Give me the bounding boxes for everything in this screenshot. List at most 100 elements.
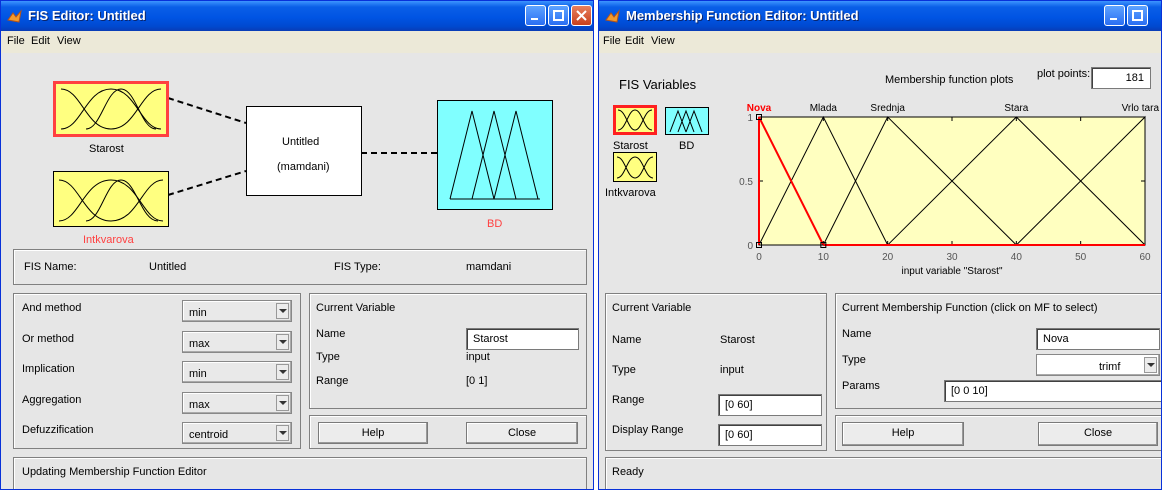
x-axis-label: input variable "Starost" [901, 266, 1002, 277]
or-method-label: Or method [22, 333, 74, 345]
help-button[interactable]: Help [842, 422, 964, 446]
fis-info-panel: FIS Name: Untitled FIS Type: mamdani [13, 249, 587, 285]
mf-icon [58, 179, 164, 222]
y-tick-label: 1 [747, 113, 753, 124]
chevron-down-icon[interactable] [276, 425, 289, 441]
mf-label-nova: Nova [747, 103, 772, 114]
and-method-label: And method [22, 302, 82, 314]
fis-name-value: Untitled [149, 261, 187, 273]
mf-label-vrlo-tara: Vrlo tara [1122, 103, 1160, 114]
and-method-select[interactable]: min [182, 300, 292, 322]
output-block-bd[interactable] [437, 100, 553, 210]
status-text: Updating Membership Function Editor [22, 466, 207, 478]
x-tick-label: 50 [1075, 252, 1087, 263]
range-field[interactable]: [0 60] [718, 394, 822, 416]
plot-points-field[interactable]: 181 [1091, 67, 1151, 89]
close-button[interactable]: Close [1038, 422, 1158, 446]
current-mf-panel: Current Membership Function (click on MF… [835, 293, 1161, 409]
aggregation-select[interactable]: max [182, 392, 292, 414]
input-block-intkvarova[interactable] [53, 171, 169, 227]
select-value: min [189, 368, 207, 380]
plot-title: Membership function plots [885, 74, 1014, 86]
chevron-down-icon[interactable] [276, 303, 289, 319]
status-bar: Ready [605, 457, 1161, 489]
display-range-field[interactable]: [0 60] [718, 424, 822, 446]
methods-panel: And method min Or method max Implication… [13, 293, 301, 449]
close-icon [576, 10, 587, 21]
aggregation-label: Aggregation [22, 394, 82, 406]
minimize-icon [531, 18, 538, 20]
menu-view[interactable]: View [57, 35, 81, 47]
chevron-down-icon[interactable] [276, 395, 289, 411]
input1-label: Starost [89, 143, 124, 155]
type-label: Type [612, 364, 636, 376]
help-button[interactable]: Help [318, 422, 428, 444]
mf-name-label: Name [842, 328, 872, 340]
variable-name-field[interactable]: Starost [466, 328, 579, 350]
params-label: Params [842, 380, 880, 392]
name-label: Name [316, 328, 346, 340]
system-block[interactable]: Untitled (mamdani) [246, 106, 362, 196]
input2-label: Intkvarova [83, 234, 134, 246]
defuzzification-select[interactable]: centroid [182, 422, 292, 444]
fis-type-value: mamdani [466, 261, 512, 273]
maximize-button[interactable] [1127, 5, 1148, 26]
chevron-down-icon[interactable] [276, 364, 289, 380]
name-label: Name [612, 334, 642, 346]
y-tick-label: 0 [747, 241, 753, 252]
select-value: min [189, 307, 207, 319]
input-block-starost[interactable] [53, 81, 169, 137]
display-range-label: Display Range [612, 424, 684, 436]
mf-label-srednja: Srednja [870, 103, 905, 114]
menu-edit[interactable]: Edit [625, 35, 644, 47]
chevron-down-icon[interactable] [1144, 357, 1157, 373]
mf-type-select[interactable]: trimf [1036, 354, 1160, 376]
maximize-icon [553, 10, 564, 21]
output-mf-icon [449, 110, 540, 200]
menu-view[interactable]: View [651, 35, 675, 47]
select-value: max [189, 399, 210, 411]
y-tick-label: 0.5 [739, 177, 753, 188]
membership-function-plot[interactable]: 0 10 20 30 40 50 60 0 0.5 1 input variable "Staros… [599, 91, 1162, 291]
current-variable-heading: Current Variable [316, 302, 396, 314]
x-tick-label: 60 [1139, 252, 1151, 263]
implication-label: Implication [22, 363, 75, 375]
x-tick-label: 30 [946, 252, 958, 263]
select-value: centroid [189, 429, 229, 441]
menu-file[interactable]: File [7, 35, 25, 47]
current-variable-panel: Current Variable Name Starost Type input… [309, 293, 587, 409]
maximize-button[interactable] [548, 5, 569, 26]
minimize-button[interactable] [525, 5, 546, 26]
chevron-down-icon[interactable] [276, 334, 289, 350]
type-value: input [466, 351, 490, 363]
select-value: max [189, 338, 210, 350]
x-tick-label: 0 [756, 252, 762, 263]
window-title: FIS Editor: Untitled [28, 8, 146, 23]
x-tick-label: 20 [882, 252, 894, 263]
fis-editor-titlebar[interactable]: FIS Editor: Untitled [1, 1, 593, 31]
x-tick-label: 40 [1011, 252, 1023, 263]
current-mf-heading: Current Membership Function (click on MF… [842, 302, 1098, 314]
range-label: Range [316, 375, 349, 387]
or-method-select[interactable]: max [182, 331, 292, 353]
close-button[interactable]: Close [466, 422, 578, 444]
menu-file[interactable]: File [603, 35, 621, 47]
fis-diagram: Starost Intkvarova Untitled (mamdani) BD [1, 53, 593, 246]
params-field[interactable]: [0 0 10] [944, 380, 1161, 402]
select-value: trimf [1099, 361, 1121, 373]
current-variable-heading: Current Variable [612, 302, 692, 314]
buttons-panel: Help Close [835, 415, 1161, 451]
fis-type-label: FIS Type: [334, 261, 381, 273]
defuzzification-label: Defuzzification [22, 424, 94, 436]
minimize-button[interactable] [1104, 5, 1125, 26]
minimize-icon [1110, 18, 1117, 20]
mf-editor-titlebar[interactable]: Membership Function Editor: Untitled [599, 1, 1161, 31]
close-window-button[interactable] [571, 5, 592, 26]
fis-name-label: FIS Name: [24, 261, 77, 273]
implication-select[interactable]: min [182, 361, 292, 383]
menu-bar: File Edit View [599, 31, 1161, 53]
system-type: (mamdani) [277, 161, 330, 173]
mf-name-field[interactable]: Nova [1036, 328, 1160, 350]
menu-edit[interactable]: Edit [31, 35, 50, 47]
window-title: Membership Function Editor: Untitled [626, 8, 859, 23]
